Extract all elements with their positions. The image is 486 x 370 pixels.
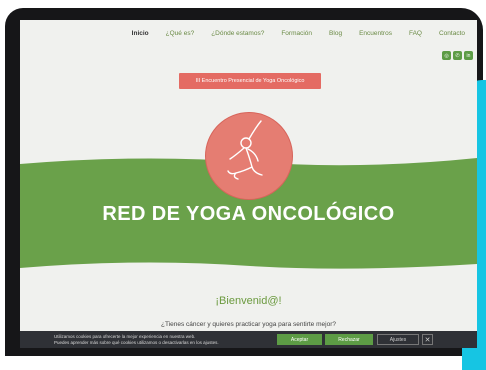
cookie-settings-button[interactable]: Ajustes <box>377 334 419 345</box>
nav-item-blog[interactable]: Blog <box>329 30 342 37</box>
website-screen: Inicio ¿Qué es? ¿Dónde estamos? Formació… <box>20 20 477 348</box>
cookie-text: Utilizamos cookies para ofrecerte la mej… <box>54 334 219 346</box>
event-button[interactable]: III Encuentro Presencial de Yoga Oncológ… <box>179 73 321 89</box>
accept-cookies-button[interactable]: Aceptar <box>277 334 322 345</box>
social-links: ◎ ✆ in <box>442 51 473 60</box>
linkedin-icon[interactable]: in <box>464 51 473 60</box>
yoga-figure-logo <box>205 112 293 200</box>
whatsapp-icon[interactable]: ✆ <box>453 51 462 60</box>
nav-item-encuentros[interactable]: Encuentros <box>359 30 392 37</box>
nav-item-faq[interactable]: FAQ <box>409 30 422 37</box>
hero-title: RED DE YOGA ONCOLÓGICO <box>102 203 395 225</box>
cookie-banner: Utilizamos cookies para ofrecerte la mej… <box>20 331 477 348</box>
nav-item-contacto[interactable]: Contacto <box>439 30 465 37</box>
reject-cookies-button[interactable]: Rechazar <box>325 334 373 345</box>
nav-item-donde-estamos[interactable]: ¿Dónde estamos? <box>211 30 264 37</box>
nav-item-formacion[interactable]: Formación <box>281 30 312 37</box>
welcome-heading: ¡Bienvenid@! <box>215 295 282 307</box>
close-icon[interactable]: ✕ <box>422 334 433 345</box>
yoga-figure-icon <box>227 120 263 180</box>
instagram-icon[interactable]: ◎ <box>442 51 451 60</box>
nav-item-que-es[interactable]: ¿Qué es? <box>166 30 195 37</box>
cookie-line-2: Puedes aprender más sobre qué cookies ut… <box>54 340 219 345</box>
nav-item-inicio[interactable]: Inicio <box>132 30 149 37</box>
top-navigation: Inicio ¿Qué es? ¿Dónde estamos? Formació… <box>115 30 465 37</box>
intro-question: ¿Tienes cáncer y quieres practicar yoga … <box>161 321 336 328</box>
